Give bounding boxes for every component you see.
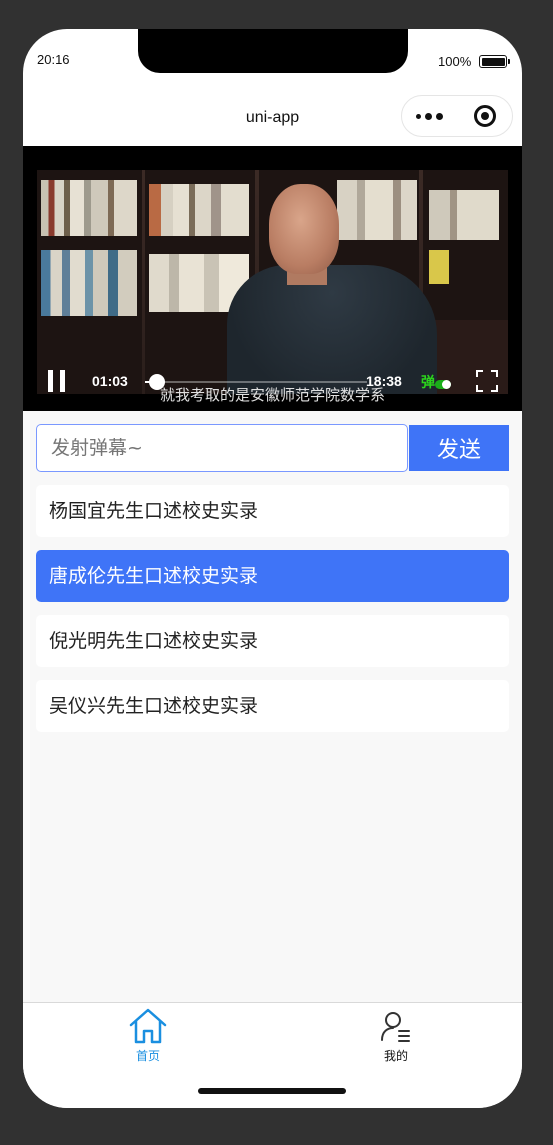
list-item[interactable]: 倪光明先生口述校史实录 xyxy=(36,615,509,667)
more-menu-icon[interactable] xyxy=(402,112,457,120)
video-list: 杨国宜先生口述校史实录 唐成伦先生口述校史实录 倪光明先生口述校史实录 吴仪兴先… xyxy=(36,485,509,745)
status-time: 20:16 xyxy=(37,52,70,67)
list-item[interactable]: 杨国宜先生口述校史实录 xyxy=(36,485,509,537)
home-icon xyxy=(129,1008,167,1044)
video-subtitle: 就我考取的是安徽师范学院数学系 xyxy=(159,386,385,404)
battery-percent: 100% xyxy=(438,54,472,69)
video-player[interactable]: 01:03 18:38 弹 就我考取的是安徽师范学院数学系 xyxy=(23,146,522,411)
danmu-input[interactable] xyxy=(36,424,408,472)
video-frame xyxy=(37,170,508,394)
home-indicator xyxy=(198,1088,346,1094)
send-danmu-button[interactable]: 发送 xyxy=(409,425,509,471)
list-item-active[interactable]: 唐成伦先生口述校史实录 xyxy=(36,550,509,602)
notch xyxy=(138,29,408,73)
video-progress-bar[interactable] xyxy=(145,374,367,390)
tab-home[interactable]: 首页 xyxy=(108,1007,188,1064)
close-target-icon[interactable] xyxy=(457,105,512,127)
battery-icon xyxy=(479,55,510,68)
mini-program-capsule xyxy=(401,95,513,137)
speaker-figure xyxy=(269,184,339,274)
tab-me-label: 我的 xyxy=(383,1049,408,1063)
user-icon xyxy=(381,1012,410,1042)
danmu-send-row: 发送 xyxy=(36,424,509,472)
tab-me[interactable]: 我的 xyxy=(356,1007,436,1064)
list-item[interactable]: 吴仪兴先生口述校史实录 xyxy=(36,680,509,732)
tab-home-label: 首页 xyxy=(135,1049,160,1063)
page-content: 01:03 18:38 弹 就我考取的是安徽师范学院数学系 发送 杨国宜先生口述… xyxy=(23,146,522,1002)
phone-frame: 20:16 100% uni-app 01:03 18:38 弹 就我考取的是安… xyxy=(23,29,522,1108)
